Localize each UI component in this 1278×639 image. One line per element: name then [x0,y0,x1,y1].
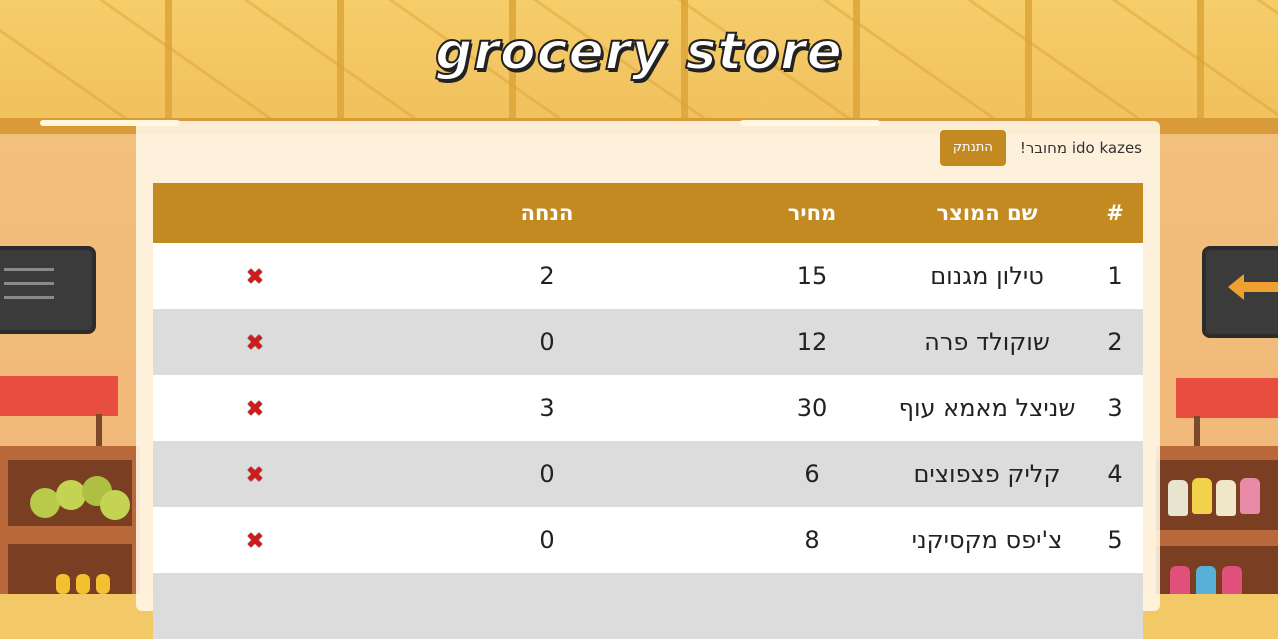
row-number: 2 [1087,309,1143,375]
product-name: שניצל מאמא עוף [887,375,1087,441]
table-row: 4 קליק פצפוצים 6 0 ✖ [153,441,1143,507]
produce-item [100,490,130,520]
product-price: 30 [737,375,887,441]
product-name: טילון מגנום [887,243,1087,309]
product-price: 8 [737,507,887,573]
product-price: 15 [737,243,887,309]
left-shelf [0,446,140,594]
main-panel: ido kazes מחובר! התנתק # שם המוצר מחיר ה… [136,121,1160,639]
page-title: grocery store [434,21,843,83]
row-number: 4 [1087,441,1143,507]
connected-user-text: ido kazes מחובר! [1019,139,1142,157]
table-row: 3 שניצל מאמא עוף 30 3 ✖ [153,375,1143,441]
shelf-sign [0,376,118,416]
disconnect-button[interactable]: התנתק [939,130,1006,166]
products-table: # שם המוצר מחיר הנחה 1 טילון מגנום 15 2 … [153,183,1143,639]
delete-cell: ✖ [153,375,357,441]
produce-item [56,574,70,594]
table-row: 1 טילון מגנום 15 2 ✖ [153,243,1143,309]
product-price: 6 [737,441,887,507]
product-discount: 0 [357,507,737,573]
delete-icon[interactable]: ✖ [246,267,264,289]
produce-item [56,480,86,510]
bottle [1170,566,1190,594]
delete-cell: ✖ [153,441,357,507]
arrow-board [1202,246,1278,338]
shelf-sign [1176,378,1278,418]
row-number: 5 [1087,507,1143,573]
menu-board [0,246,96,334]
product-discount: 3 [357,375,737,441]
product-discount: 0 [357,309,737,375]
bottle [1196,566,1216,594]
row-number: 3 [1087,375,1143,441]
product-discount: 0 [357,441,737,507]
delete-cell: ✖ [153,243,357,309]
shelf-compartment [8,544,132,594]
sign-pole [96,414,102,448]
produce-item [96,574,110,594]
delete-cell: ✖ [153,507,357,573]
delete-cell: ✖ [153,309,357,375]
user-bar: ido kazes מחובר! התנתק [939,130,1142,166]
bottle [1240,478,1260,514]
header-actions [153,183,357,243]
bottle [1216,480,1236,516]
board-line [4,296,54,299]
table-header-row: # שם המוצר מחיר הנחה [153,183,1143,243]
row-number: 1 [1087,243,1143,309]
produce-item [76,574,90,594]
delete-icon[interactable]: ✖ [246,465,264,487]
product-name: קליק פצפוצים [887,441,1087,507]
delete-icon[interactable]: ✖ [246,531,264,553]
bottle [1192,478,1212,514]
header-product-name: שם המוצר [887,183,1087,243]
bottle [1168,480,1188,516]
header-discount: הנחה [357,183,737,243]
table-row: 5 צ'יפס מקסיקני 8 0 ✖ [153,507,1143,573]
sign-pole [1194,416,1200,448]
product-name: צ'יפס מקסיקני [887,507,1087,573]
right-shelf [1156,446,1278,594]
delete-icon[interactable]: ✖ [246,333,264,355]
arrow-left-icon [1228,274,1278,300]
product-price: 12 [737,309,887,375]
board-line [4,268,54,271]
product-name: שוקולד פרה [887,309,1087,375]
header-number: # [1087,183,1143,243]
board-line [4,282,54,285]
delete-icon[interactable]: ✖ [246,399,264,421]
table-row [153,573,1143,639]
header-price: מחיר [737,183,887,243]
product-discount: 2 [357,243,737,309]
table-row: 2 שוקולד פרה 12 0 ✖ [153,309,1143,375]
bottle [1222,566,1242,594]
